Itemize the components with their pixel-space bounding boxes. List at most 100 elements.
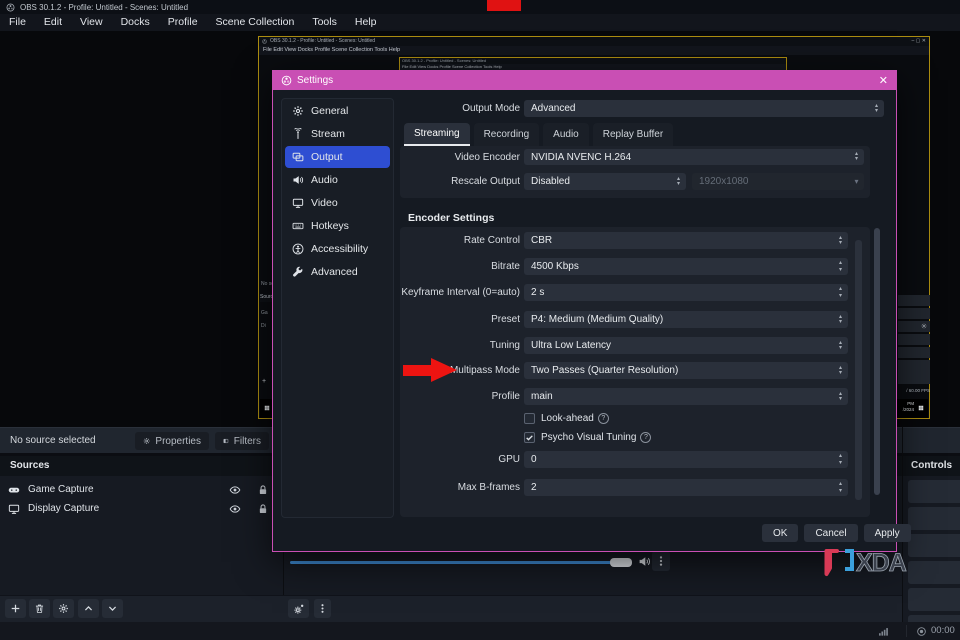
nested-mini-panel-row xyxy=(898,347,930,358)
volume-slider[interactable] xyxy=(290,561,632,564)
spinner[interactable]: ▴ ▾ xyxy=(849,149,864,165)
tuning-label: Tuning xyxy=(489,340,520,351)
volume-slider-handle[interactable] xyxy=(610,558,632,567)
spinner[interactable]: ▴ ▾ xyxy=(833,451,848,468)
gpu-input[interactable]: 0 ▴ ▾ xyxy=(524,451,848,468)
xda-bracket-right xyxy=(845,549,854,571)
spinner[interactable]: ▴ ▾ xyxy=(833,311,848,328)
spinner[interactable]: ▴ ▾ xyxy=(833,388,848,405)
help-icon[interactable]: ? xyxy=(597,412,609,424)
remove-source-button[interactable] xyxy=(29,599,50,618)
controls-dock-header: Controls xyxy=(903,456,960,476)
tab-replay-buffer[interactable]: Replay Buffer xyxy=(592,123,674,146)
nested-mini-fps-text: / 60.00 FPS xyxy=(906,388,930,393)
spinner[interactable]: ▴ ▾ xyxy=(833,232,848,249)
speaker-icon[interactable] xyxy=(638,555,651,568)
wrench-icon xyxy=(292,266,304,278)
keyboard-icon xyxy=(292,220,304,232)
checkbox-unchecked[interactable] xyxy=(524,412,535,424)
close-icon[interactable]: ✕ xyxy=(879,74,888,87)
checkbox-checked[interactable] xyxy=(524,431,535,443)
spinner[interactable]: ▴ ▾ xyxy=(671,173,686,190)
spinner[interactable]: ▴ ▾ xyxy=(833,284,848,301)
spinner[interactable]: ▴ ▾ xyxy=(833,258,848,275)
video-encoder-select[interactable]: NVIDIA NVENC H.264 ▴ ▾ xyxy=(524,149,864,165)
preset-select[interactable]: P4: Medium (Medium Quality) ▴ ▾ xyxy=(524,311,848,328)
move-source-up-button[interactable] xyxy=(78,599,99,618)
tuning-select[interactable]: Ultra Low Latency ▴ ▾ xyxy=(524,337,848,354)
sidebar-item-label: Accessibility xyxy=(311,243,369,255)
spinner[interactable]: ▴ ▾ xyxy=(869,100,884,117)
nested-mini-taskbar-icon xyxy=(264,405,270,411)
tab-streaming[interactable]: Streaming xyxy=(404,123,470,146)
menu-tools[interactable]: Tools xyxy=(303,14,346,31)
menu-profile[interactable]: Profile xyxy=(159,14,207,31)
ok-button[interactable]: OK xyxy=(762,524,799,542)
profile-select[interactable]: main ▴ ▾ xyxy=(524,388,848,405)
bitrate-input[interactable]: 4500 Kbps ▴ ▾ xyxy=(524,258,848,275)
cancel-button[interactable]: Cancel xyxy=(804,524,858,542)
controls-button[interactable] xyxy=(908,588,960,611)
sidebar-item-video[interactable]: Video xyxy=(285,192,390,214)
rate-control-select[interactable]: CBR ▴ ▾ xyxy=(524,232,848,249)
max-b-frames-input[interactable]: 2 ▴ ▾ xyxy=(524,479,848,496)
rescale-output-select[interactable]: Disabled ▴ ▾ xyxy=(524,173,686,190)
tab-recording[interactable]: Recording xyxy=(473,123,540,146)
mixer-menu-button[interactable] xyxy=(314,599,331,618)
multipass-mode-select[interactable]: Two Passes (Quarter Resolution) ▴ ▾ xyxy=(524,362,848,379)
source-properties-button[interactable] xyxy=(53,599,74,618)
output-mode-select[interactable]: Advanced ▴ ▾ xyxy=(524,100,884,117)
inner-scrollbar[interactable] xyxy=(855,240,862,500)
video-encoder-label: Video Encoder xyxy=(454,152,520,163)
lock-icon[interactable] xyxy=(257,503,269,515)
psycho-visual-tuning-checkbox-row[interactable]: Psycho Visual Tuning ? xyxy=(524,430,652,444)
controls-button[interactable] xyxy=(908,480,960,503)
spinner[interactable]: ▴ ▾ xyxy=(833,479,848,496)
menu-edit[interactable]: Edit xyxy=(35,14,71,31)
spinner[interactable]: ▴ ▾ xyxy=(833,337,848,354)
controls-button[interactable] xyxy=(908,561,960,584)
visibility-eye-icon[interactable] xyxy=(229,484,241,496)
apply-button[interactable]: Apply xyxy=(863,524,911,542)
record-time: 00:00 xyxy=(931,625,955,636)
lock-icon[interactable] xyxy=(257,484,269,496)
menu-docks[interactable]: Docks xyxy=(112,14,159,31)
controls-button[interactable] xyxy=(908,507,960,530)
help-icon[interactable]: ? xyxy=(640,431,652,443)
advanced-audio-button[interactable] xyxy=(288,599,309,618)
source-row-game-capture[interactable]: Game Capture xyxy=(0,480,283,499)
menu-view[interactable]: View xyxy=(71,14,112,31)
dialog-scrollbar[interactable] xyxy=(874,228,880,495)
filters-button[interactable]: Filters xyxy=(215,432,269,450)
tab-audio[interactable]: Audio xyxy=(543,123,589,146)
rescale-resolution-select[interactable]: 1920x1080 ▾ xyxy=(692,173,864,190)
settings-dialog-title: Settings xyxy=(297,75,334,86)
titlebar-red-badge xyxy=(487,0,521,11)
move-source-down-button[interactable] xyxy=(102,599,123,618)
sidebar-item-stream[interactable]: Stream xyxy=(285,123,390,145)
menu-file[interactable]: File xyxy=(0,14,35,31)
settings-dialog-titlebar[interactable]: Settings ✕ xyxy=(273,71,896,90)
visibility-eye-icon[interactable] xyxy=(229,503,241,515)
keyframe-interval-input[interactable]: 2 s ▴ ▾ xyxy=(524,284,848,301)
settings-dialog: Settings ✕ General Stream Output Audio V… xyxy=(272,70,911,552)
spinner[interactable]: ▴ ▾ xyxy=(833,362,848,379)
menu-help[interactable]: Help xyxy=(346,14,386,31)
kebab-icon xyxy=(655,555,667,567)
check-icon xyxy=(525,433,534,442)
settings-dialog-body: General Stream Output Audio Video Hotkey… xyxy=(273,90,911,551)
properties-button[interactable]: Properties xyxy=(135,432,209,450)
nested-window-controls: – ▢ ✕ xyxy=(911,38,926,44)
source-row-display-capture[interactable]: Display Capture xyxy=(0,499,283,518)
max-b-frames-label: Max B-frames xyxy=(457,482,520,493)
controls-button[interactable] xyxy=(908,534,960,557)
mixer-kebab-button[interactable] xyxy=(652,551,670,571)
gear-icon xyxy=(58,603,69,614)
look-ahead-checkbox-row[interactable]: Look-ahead ? xyxy=(524,411,609,425)
gpu-label: GPU xyxy=(498,454,520,465)
menu-scene-collection[interactable]: Scene Collection xyxy=(207,14,304,31)
accessibility-person-icon xyxy=(292,243,304,255)
monitor-icon xyxy=(8,503,20,515)
add-source-button[interactable] xyxy=(5,599,26,618)
nested-mini-panel-row xyxy=(898,334,930,345)
